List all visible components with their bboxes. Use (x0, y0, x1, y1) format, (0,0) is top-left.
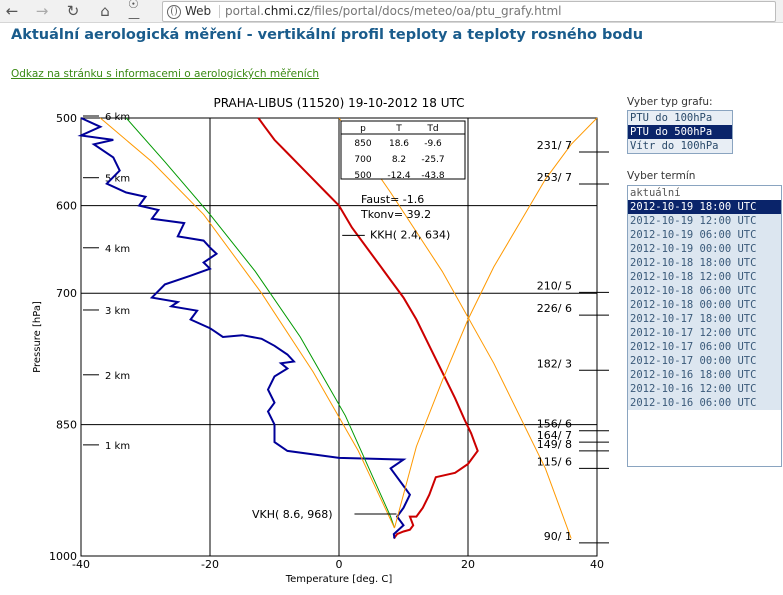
graph-type-option[interactable]: Vítr do 100hPa (628, 139, 732, 153)
term-option[interactable]: 2012-10-18 12:00 UTC (628, 270, 781, 284)
table-cell: 8.2 (392, 155, 406, 165)
table-cell: 700 (354, 155, 371, 165)
term-option[interactable]: 2012-10-19 00:00 UTC (628, 242, 781, 256)
url-path: /files/portal/docs/meteo/oa/ptu_grafy.ht… (310, 4, 562, 18)
x-tick-label: 40 (590, 558, 604, 571)
page-title: Aktuální aerologická měření - vertikální… (11, 27, 644, 43)
series-line (77, 117, 412, 539)
home-icon[interactable]: ⌂ (96, 2, 114, 20)
vkh-label: VKH( 8.6, 968) (252, 508, 333, 521)
term-option[interactable]: 2012-10-17 06:00 UTC (628, 340, 781, 354)
y-tick-label: 1000 (49, 550, 77, 563)
chart-title: PRAHA-LIBUS (11520) 19-10-2012 18 UTC (213, 96, 464, 110)
graph-type-label: Vyber typ grafu: (627, 96, 713, 108)
y-tick-label: 500 (56, 112, 77, 125)
omnibox-separator (219, 5, 220, 18)
term-list[interactable]: aktuální 2012-10-19 18:00 UTC 2012-10-19 1… (627, 185, 782, 467)
table-header-cell: p (360, 124, 366, 134)
aerological-chart: -40 -20 0 20 40 500 600 700 850 1000 PRAHA-LIBUS (… (0, 93, 612, 591)
term-option[interactable]: 2012-10-19 18:00 UTC (628, 200, 781, 214)
term-option[interactable]: 2012-10-18 18:00 UTC (628, 256, 781, 270)
graph-type-option[interactable]: PTU do 500hPa (628, 125, 732, 139)
wind-label: 253/ 7 (537, 171, 572, 184)
wind-label: 182/ 3 (537, 357, 572, 370)
site-chip[interactable]: Web (167, 3, 211, 20)
x-tick-label: 0 (336, 558, 343, 571)
height-label: 6 km (105, 112, 130, 123)
term-option[interactable]: 2012-10-17 00:00 UTC (628, 354, 781, 368)
y-axis-label: Pressure [hPa] (32, 301, 43, 373)
y-tick-label: 600 (56, 200, 77, 213)
x-tick-label: 20 (461, 558, 475, 571)
info-link[interactable]: Odkaz na stránku s informacemi o aerolog… (11, 68, 319, 80)
key-icon[interactable]: ☉— (128, 0, 146, 25)
y-tick-label: 850 (56, 419, 77, 432)
graph-type-option[interactable]: PTU do 100hPa (628, 111, 732, 125)
faust-value: Faust= -1.6 (361, 193, 424, 206)
reload-icon[interactable]: ↻ (64, 2, 82, 20)
table-cell: -12.4 (387, 171, 411, 181)
term-option[interactable]: 2012-10-19 06:00 UTC (628, 228, 781, 242)
table-cell: -9.6 (424, 139, 442, 149)
wind-label: 90/ 1 (544, 530, 572, 543)
table-cell: -43.8 (421, 171, 445, 181)
term-option[interactable]: aktuální (628, 186, 781, 200)
graph-type-list[interactable]: PTU do 100hPa PTU do 500hPa Vítr do 100hPa (627, 110, 733, 154)
browser-toolbar: ← → ↻ ⌂ ☉— Web portal.chmi.cz/files/port… (0, 0, 783, 25)
kkh-label: KKH( 2.4, 634) (370, 228, 450, 241)
wind-label: 210/ 5 (537, 279, 572, 292)
wind-label: 226/ 6 (537, 302, 572, 315)
term-option[interactable]: 2012-10-18 00:00 UTC (628, 298, 781, 312)
term-option[interactable]: 2012-10-16 12:00 UTC (628, 382, 781, 396)
chart-svg: -40 -20 0 20 405006007008501000PRAHA-LIBUS (… (32, 96, 609, 585)
term-option[interactable]: 2012-10-19 12:00 UTC (628, 214, 781, 228)
wind-label: 231/ 7 (537, 139, 572, 152)
address-bar[interactable]: Web portal.chmi.cz/files/portal/docs/met… (162, 1, 776, 22)
series-line (257, 117, 479, 540)
term-label: Vyber termín (627, 170, 696, 182)
table-header-cell: T (395, 124, 402, 134)
wind-label: 115/ 6 (537, 455, 572, 468)
url-text[interactable]: portal.chmi.cz/files/portal/docs/meteo/o… (225, 2, 562, 21)
forward-arrow-icon[interactable]: → (33, 2, 51, 20)
globe-icon (167, 4, 181, 19)
height-label: 3 km (105, 306, 130, 317)
height-label: 2 km (105, 371, 130, 382)
term-option[interactable]: 2012-10-17 18:00 UTC (628, 312, 781, 326)
table-cell: -25.7 (421, 155, 444, 165)
back-arrow-icon[interactable]: ← (3, 2, 21, 20)
term-option[interactable]: 2012-10-16 18:00 UTC (628, 368, 781, 382)
term-option[interactable]: 2012-10-17 12:00 UTC (628, 326, 781, 340)
x-axis-label: Temperature [deg. C] (285, 574, 393, 585)
table-cell: 500 (354, 171, 371, 181)
url-prefix: portal. (225, 4, 265, 18)
y-tick-label: 700 (56, 287, 77, 300)
term-option[interactable]: 2012-10-18 06:00 UTC (628, 284, 781, 298)
table-header-cell: Td (426, 124, 438, 134)
height-label: 4 km (105, 244, 130, 255)
table-cell: 18.6 (389, 139, 409, 149)
table-cell: 850 (354, 139, 371, 149)
tkonv-value: Tkonv= 39.2 (360, 208, 431, 221)
term-option[interactable]: 2012-10-16 06:00 UTC (628, 396, 781, 410)
wind-label: 149/ 8 (537, 438, 572, 451)
site-chip-label: Web (185, 4, 212, 18)
height-label: 1 km (105, 441, 130, 452)
url-domain: chmi.cz (264, 4, 311, 18)
x-tick-label: -20 (201, 558, 219, 571)
